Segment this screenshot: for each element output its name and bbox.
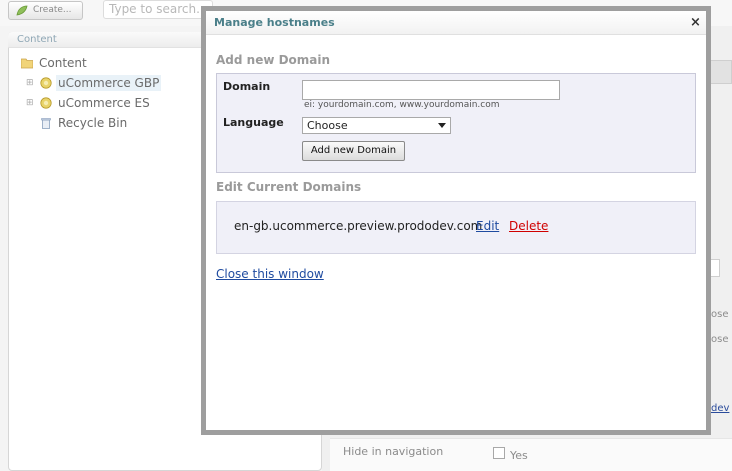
tree-node-ucommerce-es[interactable]: ⊞ uCommerce ES [26, 95, 168, 111]
expand-icon[interactable]: ⊞ [26, 75, 36, 91]
hide-in-navigation-yes-label: Yes [510, 449, 528, 462]
domain-input[interactable] [302, 80, 560, 100]
domain-label: Domain [223, 80, 271, 93]
close-window-link[interactable]: Close this window [216, 267, 324, 281]
expand-icon[interactable]: ⊞ [26, 95, 36, 111]
dialog-titlebar: Manage hostnames × [206, 11, 706, 35]
editor-tab-fragment [708, 60, 732, 84]
editor-text-fragment: ose [711, 334, 729, 345]
folder-icon [21, 58, 33, 69]
domain-hint: ei: yourdomain.com, www.yourdomain.com [304, 100, 500, 110]
hide-in-navigation-checkbox[interactable] [493, 447, 505, 459]
leaf-icon [16, 5, 28, 16]
language-select-value: Choose [307, 119, 348, 132]
domain-hostname: en-gb.ucommerce.preview.prododev.com [234, 219, 483, 233]
manage-hostnames-dialog: Manage hostnames × Add new Domain Domain… [206, 11, 706, 430]
dialog-title: Manage hostnames [214, 16, 335, 29]
globe-icon [40, 77, 52, 89]
hide-in-navigation-label: Hide in navigation [343, 445, 444, 458]
editor-link-fragment[interactable]: dev [711, 403, 729, 414]
add-domain-heading: Add new Domain [216, 53, 331, 67]
language-label: Language [223, 116, 284, 129]
chevron-down-icon [438, 123, 446, 128]
create-button[interactable]: Create... [8, 1, 83, 20]
delete-domain-link[interactable]: Delete [509, 219, 548, 233]
close-icon[interactable]: × [690, 15, 701, 30]
tree-node-label: Recycle Bin [58, 116, 128, 130]
language-select[interactable]: Choose [302, 117, 451, 134]
tree-node-label: uCommerce ES [58, 96, 150, 110]
tree-node-label: Content [39, 56, 87, 70]
editor-text-fragment: ose [711, 309, 729, 320]
current-domains-list: en-gb.ucommerce.preview.prododev.com Edi… [216, 201, 696, 254]
edit-domain-link[interactable]: Edit [476, 219, 499, 233]
edit-domains-heading: Edit Current Domains [216, 180, 362, 194]
create-button-label: Create... [33, 5, 72, 15]
tree-node-label: uCommerce GBP [56, 75, 162, 91]
search-placeholder: Type to search... [109, 2, 208, 16]
search-input[interactable]: Type to search... [103, 0, 213, 19]
content-tree-header-label: Content [17, 34, 57, 45]
recycle-bin-icon [41, 118, 51, 129]
tree-node-content[interactable]: Content [19, 55, 139, 71]
tree-node-ucommerce-gbp[interactable]: ⊞ uCommerce GBP [26, 75, 168, 91]
globe-icon [40, 97, 52, 109]
add-domain-form: Domain ei: yourdomain.com, www.yourdomai… [216, 73, 696, 173]
tree-node-recycle-bin[interactable]: Recycle Bin [38, 115, 168, 131]
add-new-domain-button[interactable]: Add new Domain [302, 141, 405, 161]
